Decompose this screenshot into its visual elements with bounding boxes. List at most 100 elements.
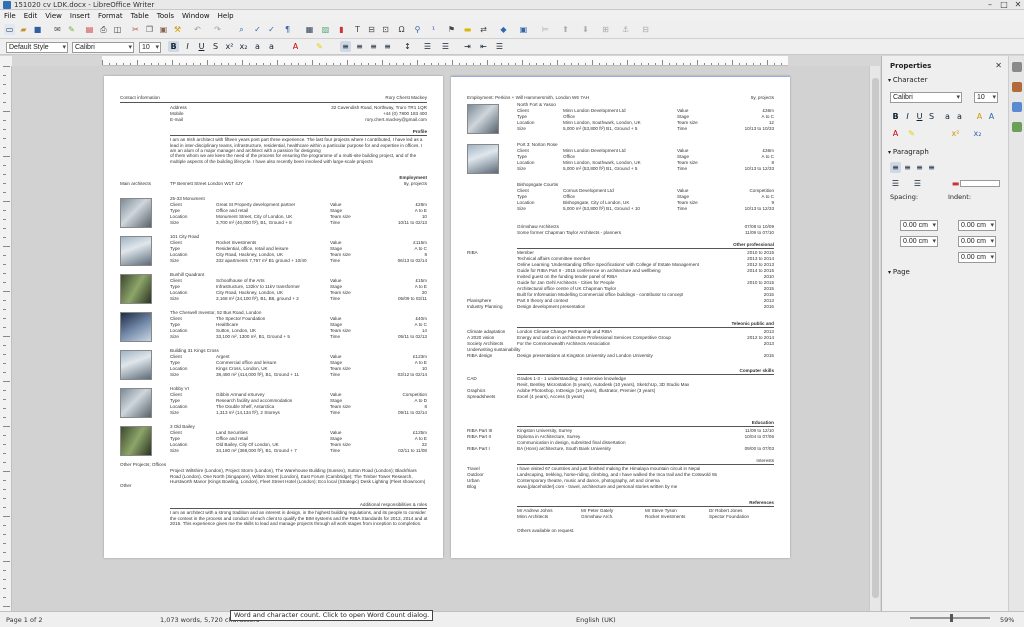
open-folder-icon[interactable]: ▰ <box>18 24 29 35</box>
menu-help[interactable]: Help <box>218 12 234 20</box>
styles-tab-icon[interactable] <box>1012 82 1022 92</box>
first-line-indent-input[interactable]: 0.00 cm <box>958 252 996 263</box>
sidebar-highlight-icon[interactable]: ✎ <box>906 128 917 139</box>
insert-table-icon[interactable]: ▦ <box>304 24 315 35</box>
subscript-button[interactable]: x₂ <box>238 41 249 52</box>
menu-window[interactable]: Window <box>182 12 210 20</box>
font-name-select[interactable]: Calibri <box>72 42 134 53</box>
gallery-tab-icon[interactable] <box>1012 102 1022 112</box>
font-size-select[interactable]: 10 <box>139 42 161 53</box>
hyperlink-icon[interactable]: ⚲ <box>412 24 423 35</box>
navigator-icon[interactable]: ▣ <box>518 24 529 35</box>
justify-button[interactable]: ≡ <box>382 41 393 52</box>
menu-file[interactable]: File <box>4 12 16 20</box>
horizontal-ruler[interactable] <box>102 56 788 66</box>
basic-shapes-icon[interactable]: ◆ <box>498 24 509 35</box>
spelling-icon[interactable]: ✓ <box>252 24 263 35</box>
menu-table[interactable]: Table <box>131 12 149 20</box>
sidebar-font-color-icon[interactable]: A <box>890 128 901 139</box>
bring-forward-icon[interactable]: ⬆ <box>560 24 571 35</box>
menu-edit[interactable]: Edit <box>24 12 38 20</box>
clone-formatting-icon[interactable]: ⚒ <box>172 24 183 35</box>
close-button[interactable]: ✕ <box>1014 0 1022 9</box>
anchor-icon[interactable]: ⚓ <box>620 24 631 35</box>
send-backward-icon[interactable]: ⬇ <box>580 24 591 35</box>
properties-tab-icon[interactable] <box>1012 62 1022 72</box>
menu-format[interactable]: Format <box>98 12 123 20</box>
align-objects-icon[interactable]: ⊨ <box>540 24 551 35</box>
group-icon[interactable]: ⊟ <box>640 24 651 35</box>
sidebar-close-icon[interactable]: ✕ <box>995 61 1002 70</box>
copy-icon[interactable]: ❐ <box>144 24 155 35</box>
vertical-ruler[interactable] <box>0 66 12 611</box>
sidebar-justify-icon[interactable]: ≡ <box>926 162 937 173</box>
sidebar-case-icon[interactable]: a <box>942 111 953 122</box>
export-pdf-icon[interactable]: ▤ <box>84 24 95 35</box>
page-section[interactable]: Page <box>888 268 910 276</box>
minimize-button[interactable]: – <box>986 0 994 9</box>
insert-field-icon[interactable]: ⊡ <box>380 24 391 35</box>
indent-after-input[interactable]: 0.00 cm <box>958 236 996 247</box>
vertical-scrollbar[interactable] <box>869 66 880 611</box>
paragraph-style-select[interactable]: Default Style <box>6 42 68 53</box>
bookmark-icon[interactable]: ⚑ <box>446 24 457 35</box>
insert-image-icon[interactable]: ▨ <box>320 24 331 35</box>
sidebar-strike-icon[interactable]: S <box>926 111 937 122</box>
navigator-tab-icon[interactable] <box>1012 122 1022 132</box>
highlight-color-icon[interactable]: ✎ <box>314 41 325 52</box>
align-right-button[interactable]: ≡ <box>368 41 379 52</box>
sidebar-shadow-icon[interactable]: a <box>954 111 965 122</box>
insert-chart-icon[interactable]: ▮ <box>336 24 347 35</box>
find-replace-icon[interactable]: ⌕ <box>236 24 247 35</box>
track-changes-icon[interactable]: ⇄ <box>478 24 489 35</box>
sidebar-numbering-icon[interactable]: ☰ <box>912 178 923 189</box>
language-status[interactable]: English (UK) <box>576 616 616 624</box>
increase-indent-icon[interactable]: ⇥ <box>462 41 473 52</box>
save-icon[interactable]: ■ <box>32 24 43 35</box>
sidebar-subscript-icon[interactable]: x₂ <box>972 128 983 139</box>
scrollbar-thumb[interactable] <box>872 78 879 598</box>
redo-icon[interactable]: ↷ <box>212 24 223 35</box>
menu-tools[interactable]: Tools <box>157 12 174 20</box>
print-preview-icon[interactable]: ◫ <box>112 24 123 35</box>
underline-button[interactable]: U <box>196 41 207 52</box>
comment-icon[interactable]: ▬ <box>462 24 473 35</box>
align-center-button[interactable]: ≡ <box>354 41 365 52</box>
maximize-button[interactable]: □ <box>1000 0 1008 9</box>
sidebar-shrink-font-icon[interactable]: A <box>986 111 997 122</box>
sidebar-bold-icon[interactable]: B <box>890 111 901 122</box>
sidebar-align-right-icon[interactable]: ≡ <box>914 162 925 173</box>
sidebar-align-center-icon[interactable]: ≡ <box>902 162 913 173</box>
special-character-icon[interactable]: Ω <box>396 24 407 35</box>
cut-icon[interactable]: ✂ <box>130 24 141 35</box>
text-box-icon[interactable]: T <box>352 24 363 35</box>
page-count[interactable]: Page 1 of 2 <box>6 616 42 624</box>
wrap-icon[interactable]: ⊞ <box>600 24 611 35</box>
decrease-indent-icon[interactable]: ⇤ <box>478 41 489 52</box>
footnote-icon[interactable]: ¹ <box>428 24 439 35</box>
paragraph-section[interactable]: Paragraph <box>888 148 929 156</box>
sidebar-italic-icon[interactable]: I <box>902 111 913 122</box>
new-document-icon[interactable]: ▭ <box>4 24 15 35</box>
bold-button[interactable]: B <box>168 41 179 52</box>
sidebar-align-left-icon[interactable]: ≡ <box>890 162 901 173</box>
undo-icon[interactable]: ↶ <box>192 24 203 35</box>
menu-view[interactable]: View <box>45 12 62 20</box>
menu-insert[interactable]: Insert <box>70 12 90 20</box>
paste-icon[interactable]: ▣ <box>158 24 169 35</box>
superscript-button[interactable]: x² <box>224 41 235 52</box>
sidebar-background-select[interactable] <box>960 180 1000 187</box>
bullets-icon[interactable]: ☰ <box>422 41 433 52</box>
page-1[interactable]: Contact information Rory Cherst Mackey P… <box>104 76 443 558</box>
email-icon[interactable]: ✉ <box>52 24 63 35</box>
font-color-icon[interactable]: A <box>290 41 301 52</box>
paragraph-icon[interactable]: ☰ <box>494 41 505 52</box>
indent-before-input[interactable]: 0.00 cm <box>958 220 996 231</box>
line-spacing-icon[interactable]: ↕ <box>402 41 413 52</box>
autocorrect-icon[interactable]: ✓ <box>266 24 277 35</box>
spacing-below-input[interactable]: 0.00 cm <box>900 236 938 247</box>
page-break-icon[interactable]: ⊟ <box>366 24 377 35</box>
sidebar-bullets-icon[interactable]: ☰ <box>890 178 901 189</box>
italic-button[interactable]: I <box>182 41 193 52</box>
zoom-level[interactable]: 59% <box>1000 616 1014 624</box>
